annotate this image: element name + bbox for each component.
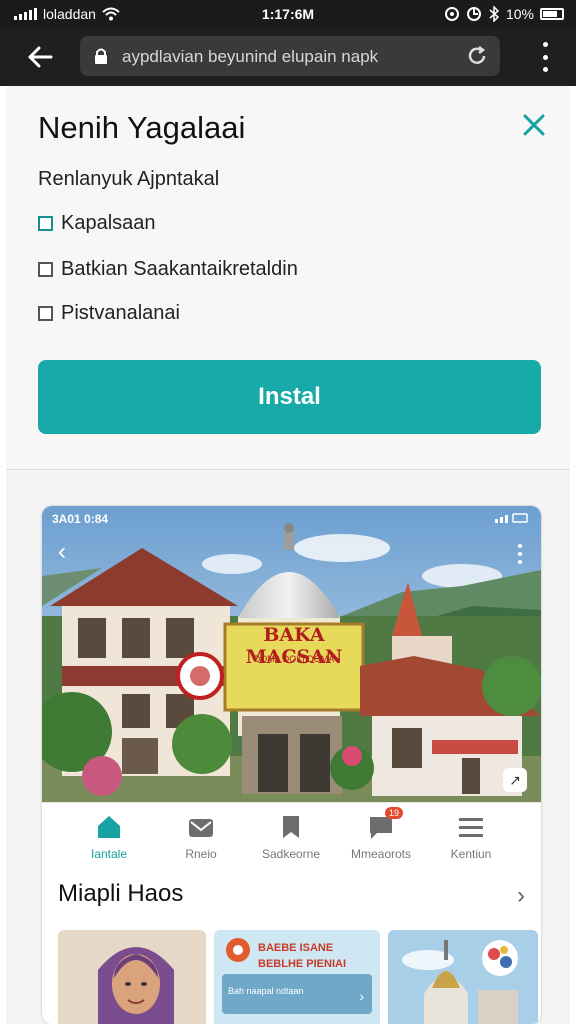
signal-icon [495, 513, 528, 523]
chevron-right-icon: › [517, 882, 525, 909]
close-icon [523, 114, 545, 136]
preview-menu-icon [517, 544, 523, 564]
chat-icon: 19 [367, 807, 403, 841]
nav-item-mail: Rneio [156, 813, 246, 861]
checkbox[interactable] [38, 216, 53, 231]
close-button[interactable] [518, 110, 550, 142]
url-text: aypdlavian beyunind elupain napk [122, 47, 379, 66]
menu-lines-icon [457, 813, 485, 841]
install-sheet: Nenih Yagalaai Renlanyuk Ajpntakal Kapal… [6, 86, 570, 470]
mail-icon [187, 813, 215, 841]
bookmark-icon [277, 813, 305, 841]
checkbox[interactable] [38, 262, 53, 277]
expand-icon: ↗ [503, 768, 527, 792]
nav-item-home: Iantale [64, 813, 154, 861]
browser-toolbar: aypdlavian beyunind elupain napk [0, 28, 576, 86]
option-label: Pistvanalanai [61, 302, 180, 324]
promo-title: BAEBE ISANE [258, 942, 334, 954]
install-button[interactable]: Instal [38, 360, 541, 434]
option-label: Kapalsaan [61, 212, 156, 234]
checkbox[interactable] [38, 306, 53, 321]
sheet-subtitle: Renlanyuk Ajpntakal [38, 168, 220, 190]
status-bar: loladdan 1:17:6M 10% [0, 0, 576, 28]
preview-status: 3A01 0:84 [52, 512, 109, 526]
preview-status-icons [495, 512, 529, 526]
mosque-image [388, 930, 538, 1024]
status-right: 10% [444, 6, 564, 22]
section-title: Miapli Haos [58, 880, 184, 907]
lock-icon [95, 48, 107, 64]
option-label: Batkian Saakantaikretaldin [61, 258, 298, 280]
portrait-image [58, 930, 206, 1024]
battery-percent: 10% [505, 6, 534, 22]
sheet-title: Nenih Yagalaai [38, 110, 246, 145]
battery-icon [540, 8, 564, 20]
preview-bottom-nav: Iantale Rneio Sadkeorne 19 Mmeaorots Ken… [42, 802, 541, 874]
notification-badge: 19 [384, 807, 403, 819]
card-promo: BAEBE ISANE BEBLHE PIENIAI Bah naapal nd… [214, 930, 380, 1024]
option-row[interactable]: Batkian Saakantaikretaldin [38, 258, 298, 281]
sign-subtext: DOMA DOKI DOMA [253, 654, 335, 664]
sync-icon [444, 7, 459, 21]
nav-item-more: Kentiun [426, 813, 516, 861]
hero-image: 3A01 0:84 ‹ BAKA MACSAN DOMA DOKI DOMA ↗ [42, 506, 541, 802]
card-mosque [388, 930, 538, 1024]
address-bar[interactable]: aypdlavian beyunind elupain napk [80, 36, 500, 76]
back-button[interactable] [22, 40, 58, 74]
promo-text: Bah naapal ndtaan [228, 986, 304, 996]
option-row[interactable]: Kapalsaan [38, 212, 156, 235]
nav-item-messages: 19 Mmeaorots [350, 807, 412, 861]
chevron-right-icon: › [359, 988, 364, 1004]
home-icon [95, 813, 123, 841]
preview-back-icon: ‹ [58, 538, 66, 565]
bluetooth-icon [489, 6, 500, 22]
browser-menu-button[interactable] [540, 42, 550, 72]
nav-item-bookmarks: Sadkeorne [246, 813, 336, 861]
location-icon [466, 7, 481, 21]
app-preview-screenshot: 3A01 0:84 ‹ BAKA MACSAN DOMA DOKI DOMA ↗… [42, 506, 541, 1024]
reload-icon[interactable] [466, 45, 488, 67]
arrow-left-icon [28, 46, 53, 68]
card-portrait [58, 930, 206, 1024]
option-row[interactable]: Pistvanalanai [38, 302, 180, 325]
promo-subtitle: BEBLHE PIENIAI [258, 958, 347, 970]
